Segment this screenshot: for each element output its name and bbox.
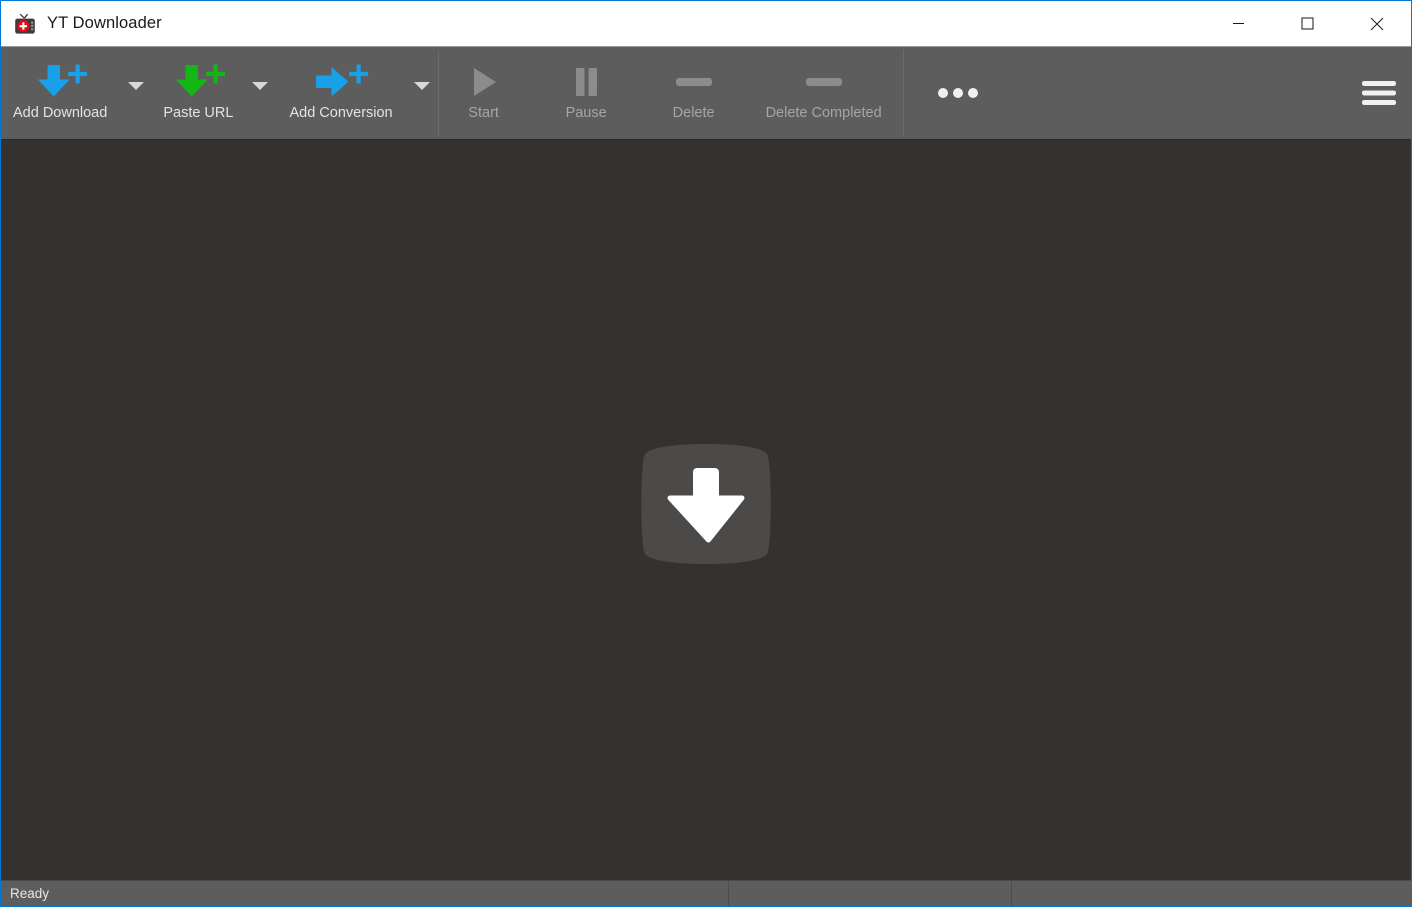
add-conversion-icon xyxy=(313,61,369,103)
chevron-down-icon xyxy=(413,81,431,91)
main-toolbar: Add Download Paste URL Add Conversion St… xyxy=(1,47,1411,140)
paste-url-dropdown[interactable] xyxy=(243,47,277,139)
main-menu-button[interactable] xyxy=(1347,47,1411,139)
paste-url-icon xyxy=(170,61,226,103)
pause-icon xyxy=(569,61,603,103)
add-download-dropdown[interactable] xyxy=(119,47,153,139)
minus-icon xyxy=(673,61,715,103)
paste-url-button[interactable]: Paste URL xyxy=(153,47,243,139)
chevron-down-icon xyxy=(127,81,145,91)
delete-button[interactable]: Delete xyxy=(644,47,744,139)
ellipsis-icon xyxy=(937,87,979,99)
add-conversion-button[interactable]: Add Conversion xyxy=(277,47,404,139)
download-list-area[interactable] xyxy=(1,140,1411,880)
status-message: Ready xyxy=(10,885,50,901)
minimize-button[interactable] xyxy=(1204,1,1273,46)
add-conversion-dropdown[interactable] xyxy=(405,47,439,139)
maximize-icon xyxy=(1301,17,1314,30)
add-download-icon xyxy=(32,61,88,103)
add-download-label: Add Download xyxy=(13,105,108,121)
maximize-button[interactable] xyxy=(1273,1,1342,46)
close-icon xyxy=(1370,17,1384,31)
hamburger-menu-icon xyxy=(1362,80,1396,106)
add-download-button[interactable]: Add Download xyxy=(1,47,119,139)
title-bar: YT Downloader xyxy=(1,1,1411,47)
paste-url-label: Paste URL xyxy=(163,105,234,121)
toolbar-group-primary: Add Download Paste URL Add Conversion xyxy=(1,47,439,139)
delete-completed-label: Delete Completed xyxy=(765,105,882,121)
delete-completed-button[interactable]: Delete Completed xyxy=(744,47,904,139)
pause-button[interactable]: Pause xyxy=(529,47,644,139)
download-placeholder-icon xyxy=(638,442,774,566)
chevron-down-icon xyxy=(251,81,269,91)
more-options-button[interactable] xyxy=(904,47,1012,139)
status-bar: Ready xyxy=(1,880,1411,906)
status-panel-message: Ready xyxy=(1,881,728,906)
add-conversion-label: Add Conversion xyxy=(289,105,393,121)
minus-icon xyxy=(803,61,845,103)
status-panel-3 xyxy=(1011,881,1411,906)
start-button[interactable]: Start xyxy=(439,47,529,139)
close-button[interactable] xyxy=(1342,1,1411,46)
delete-label: Delete xyxy=(672,105,715,121)
title-bar-left: YT Downloader xyxy=(1,1,1204,46)
toolbar-group-transport: Start Pause Delete Delete Completed xyxy=(439,47,904,139)
start-label: Start xyxy=(468,105,499,121)
tv-icon xyxy=(14,13,36,35)
minimize-icon xyxy=(1232,17,1245,30)
pause-label: Pause xyxy=(565,105,607,121)
status-panel-2 xyxy=(728,881,1011,906)
window-controls xyxy=(1204,1,1411,46)
window-title: YT Downloader xyxy=(47,14,162,33)
app-window: YT Downloader Add Download Paste URL Add… xyxy=(0,0,1412,907)
play-icon xyxy=(467,61,501,103)
